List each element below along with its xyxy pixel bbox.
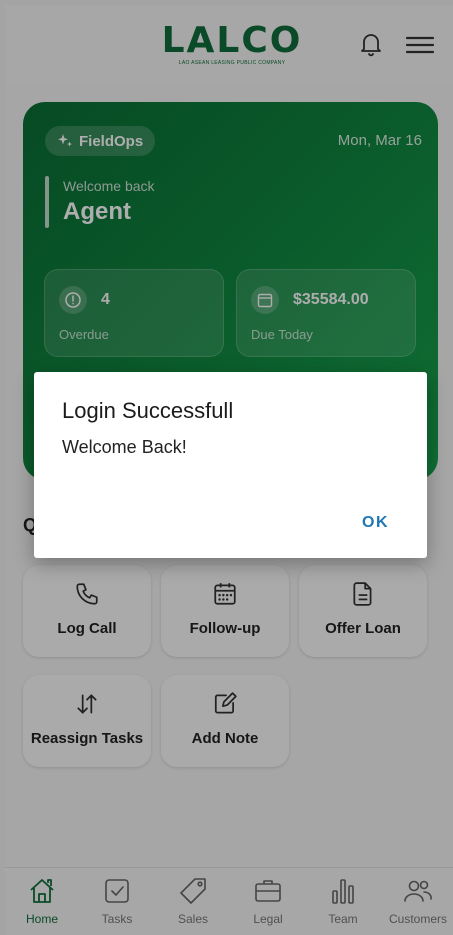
dialog-message: Welcome Back! bbox=[62, 437, 187, 457]
ok-button[interactable]: OK bbox=[362, 514, 389, 532]
login-success-dialog: Login Successfull Welcome Back! OK bbox=[34, 372, 427, 558]
dialog-title: Login Successfull bbox=[62, 398, 234, 423]
